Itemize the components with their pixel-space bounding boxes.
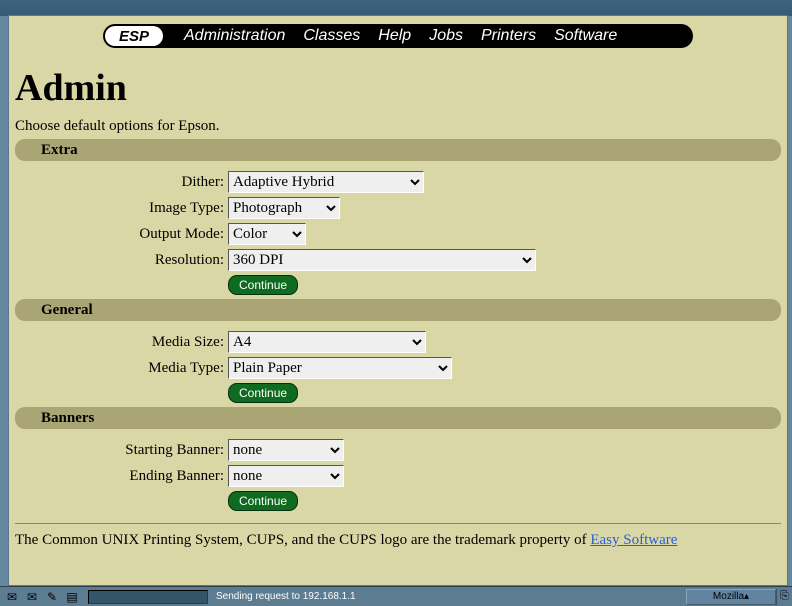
mail-icon[interactable]: ✉ — [24, 590, 40, 604]
section-heading-general: General — [15, 299, 781, 321]
browser-window: ESP Administration Classes Help Jobs Pri… — [0, 0, 792, 606]
dither-select[interactable]: Adaptive Hybrid — [228, 171, 424, 193]
nav-bar: ESP Administration Classes Help Jobs Pri… — [103, 24, 693, 48]
separator — [15, 523, 781, 524]
starting-banner-select[interactable]: none — [228, 439, 344, 461]
nav-administration[interactable]: Administration — [184, 27, 285, 45]
nav-jobs[interactable]: Jobs — [429, 27, 463, 45]
media-type-label: Media Type: — [15, 360, 228, 377]
page-body: ESP Administration Classes Help Jobs Pri… — [8, 15, 788, 586]
media-size-select[interactable]: A4 — [228, 331, 426, 353]
image-type-select[interactable]: Photograph — [228, 197, 340, 219]
media-type-select[interactable]: Plain Paper — [228, 357, 452, 379]
section-heading-banners: Banners — [15, 407, 781, 429]
taskbar-mozilla-button[interactable]: Mozilla▴ — [686, 589, 776, 605]
tray-icon[interactable]: ⎘ — [776, 589, 792, 605]
nav-classes[interactable]: Classes — [303, 27, 360, 45]
output-mode-select[interactable]: Color — [228, 223, 306, 245]
continue-button-extra[interactable]: Continue — [228, 275, 298, 295]
resolution-select[interactable]: 360 DPI — [228, 249, 536, 271]
caret-up-icon: ▴ — [744, 591, 749, 602]
ending-banner-select[interactable]: none — [228, 465, 344, 487]
intro-text: Choose default options for Epson. — [15, 118, 781, 135]
footer-link[interactable]: Easy Software — [590, 532, 677, 548]
compose-icon[interactable]: ✎ — [44, 590, 60, 604]
progress-bar — [88, 590, 208, 604]
nav-help[interactable]: Help — [378, 27, 411, 45]
fish-icon[interactable]: ✉ — [4, 590, 20, 604]
output-mode-label: Output Mode: — [15, 226, 228, 243]
resolution-label: Resolution: — [15, 252, 228, 269]
nav-software[interactable]: Software — [554, 27, 617, 45]
nav-logo[interactable]: ESP — [105, 26, 163, 46]
taskbar-sysicons: ✉ ✉ ✎ ▤ — [0, 590, 84, 604]
image-type-label: Image Type: — [15, 200, 228, 217]
footer-text: The Common UNIX Printing System, CUPS, a… — [15, 532, 781, 549]
address-icon[interactable]: ▤ — [64, 590, 80, 604]
ending-banner-label: Ending Banner: — [15, 468, 228, 485]
page-title: Admin — [15, 66, 781, 110]
continue-button-general[interactable]: Continue — [228, 383, 298, 403]
media-size-label: Media Size: — [15, 334, 228, 351]
status-text: Sending request to 192.168.1.1 — [212, 591, 686, 602]
starting-banner-label: Starting Banner: — [15, 442, 228, 459]
continue-button-banners[interactable]: Continue — [228, 491, 298, 511]
window-titlebar[interactable] — [0, 0, 792, 16]
nav-printers[interactable]: Printers — [481, 27, 536, 45]
dither-label: Dither: — [15, 174, 228, 191]
section-heading-extra: Extra — [15, 139, 781, 161]
taskbar: ✉ ✉ ✎ ▤ Sending request to 192.168.1.1 M… — [0, 586, 792, 606]
